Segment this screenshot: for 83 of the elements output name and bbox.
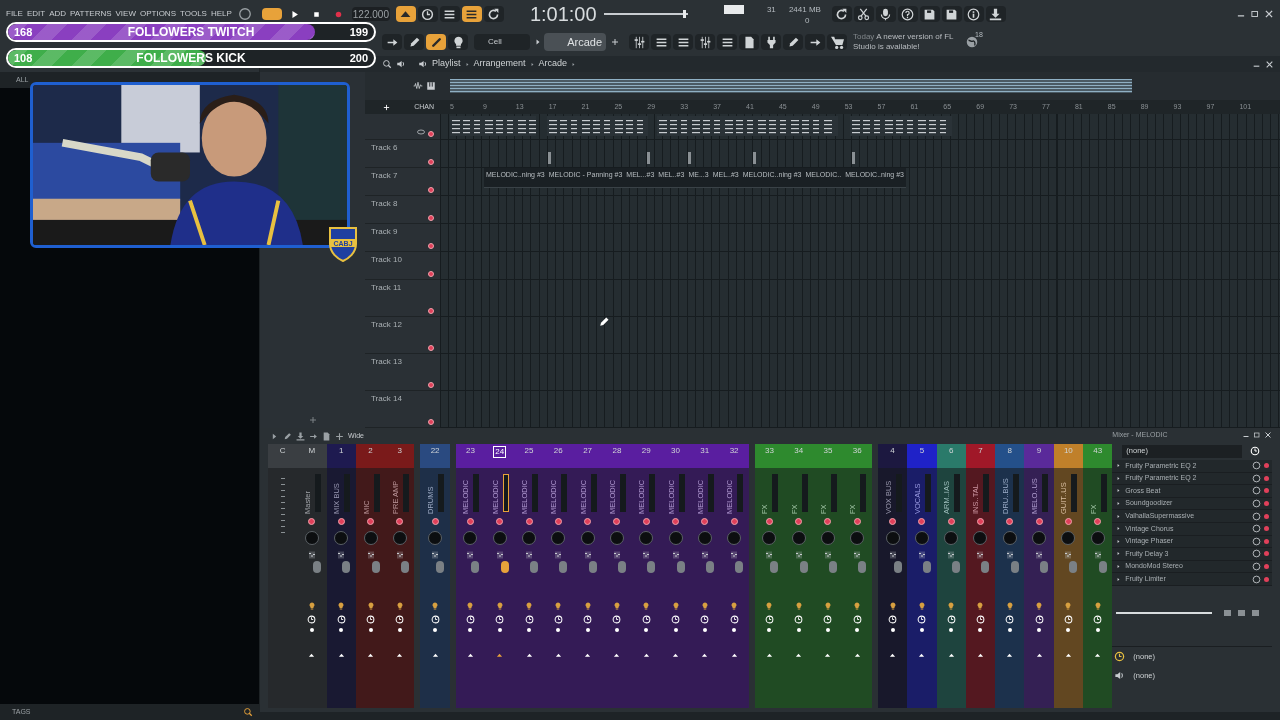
pattern-selector[interactable]: Arcade (544, 33, 606, 51)
strip-header[interactable]: 22 (420, 444, 450, 468)
breadcrumb-item[interactable]: Arcade (538, 57, 568, 71)
track-label[interactable]: Track 13 (371, 356, 402, 368)
track-label[interactable]: Track 11 (371, 282, 402, 294)
goal-target: 200 (349, 50, 368, 66)
memory-reading: 2441 MB (788, 4, 821, 16)
news-message[interactable]: Today A newer version of FL Studio is available! (853, 32, 957, 52)
goal-target: 199 (349, 24, 368, 40)
track-label[interactable]: Track 6 (371, 142, 398, 154)
strip-number: 29 (641, 446, 651, 456)
strip-header[interactable]: 3 (385, 444, 415, 468)
strip-number: 9 (1036, 446, 1042, 456)
strip-header[interactable]: 31 (690, 444, 720, 468)
strip-number: 25 (524, 446, 534, 456)
strip-header[interactable]: 25 (514, 444, 544, 468)
track-label[interactable]: Track 10 (371, 254, 402, 266)
goal-count: 108 (14, 50, 33, 66)
strip-header[interactable]: 32 (719, 444, 749, 468)
strip-header[interactable]: 9 (1024, 444, 1054, 468)
strip-number: 3 (397, 446, 403, 456)
track-label[interactable]: Track 7 (371, 170, 398, 182)
strip-header[interactable]: 1 (326, 444, 356, 468)
strip-number: 33 (764, 446, 774, 456)
strip-header[interactable]: C (268, 444, 298, 468)
menu-item[interactable]: FILE (6, 8, 23, 20)
strip-header[interactable]: 8 (995, 444, 1025, 468)
menu-item[interactable]: HELP (210, 8, 232, 20)
strip-number: 6 (948, 446, 954, 456)
track-label[interactable]: Track 12 (371, 319, 402, 331)
strip-number: 23 (465, 446, 475, 456)
strip-number: 28 (612, 446, 622, 456)
strip-number: 4 (890, 446, 895, 456)
time-display: 1:01:00 (529, 2, 598, 27)
strip-header[interactable]: M (297, 444, 327, 468)
strip-number: 7 (978, 446, 983, 456)
track-label[interactable]: Track 9 (371, 226, 398, 238)
strip-header[interactable]: 30 (660, 444, 691, 468)
strip-header[interactable]: 4 (877, 444, 908, 468)
breadcrumb-item[interactable]: Arrangement (473, 57, 526, 71)
menu-item[interactable]: TOOLS (180, 8, 207, 20)
strip-header[interactable]: 27 (572, 444, 603, 468)
strip-number: C (279, 446, 286, 456)
strip-number: 34 (794, 446, 804, 456)
strip-header[interactable]: 24 (485, 444, 515, 468)
strip-number: 24 (493, 446, 507, 458)
goal-count: 168 (14, 24, 33, 40)
strip-number: M (308, 446, 316, 456)
menu-item[interactable]: PATTERNS (70, 8, 112, 20)
strip-number: 1 (339, 446, 344, 456)
strip-header[interactable]: 29 (631, 444, 661, 468)
menu-item[interactable]: EDIT (26, 8, 46, 20)
strip-number: 8 (1007, 446, 1012, 456)
strip-number: 36 (852, 446, 862, 456)
goal-title: FOLLOWERS TWITCH (126, 24, 256, 40)
strip-header[interactable]: 28 (602, 444, 632, 468)
polyphony-reading: 0 (804, 15, 810, 27)
strip-header[interactable]: 26 (543, 444, 573, 468)
menu-item[interactable]: VIEW (115, 8, 136, 20)
strip-header[interactable]: 2 (355, 444, 386, 468)
menu-item[interactable]: OPTIONS (139, 8, 176, 20)
strip-number: 2 (368, 446, 373, 456)
strip-number: 26 (553, 446, 563, 456)
breadcrumb-item[interactable]: Playlist (432, 57, 461, 71)
track-label[interactable]: Track 14 (371, 393, 402, 405)
strip-number: 27 (583, 446, 593, 456)
menu-item[interactable]: ADD (49, 8, 67, 20)
strip-number: 10 (1063, 446, 1073, 456)
strip-number: 5 (919, 446, 925, 456)
strip-number: 35 (823, 446, 833, 456)
strip-number: 32 (729, 446, 739, 456)
tempo-display[interactable]: 122.000 (351, 7, 390, 21)
strip-header[interactable]: 23 (455, 444, 486, 468)
strip-header[interactable]: 5 (907, 444, 937, 468)
strip-number: 30 (671, 446, 680, 456)
track-label[interactable]: Track 8 (371, 198, 398, 210)
cpu-reading: 31 (766, 4, 776, 16)
strip-header[interactable]: 6 (936, 444, 966, 468)
strip-header[interactable]: 7 (965, 444, 996, 468)
strip-number: 22 (430, 446, 440, 456)
channel-selector[interactable]: Cell (474, 34, 530, 50)
strip-number: 43 (1093, 446, 1103, 456)
strip-number: 31 (700, 446, 710, 456)
